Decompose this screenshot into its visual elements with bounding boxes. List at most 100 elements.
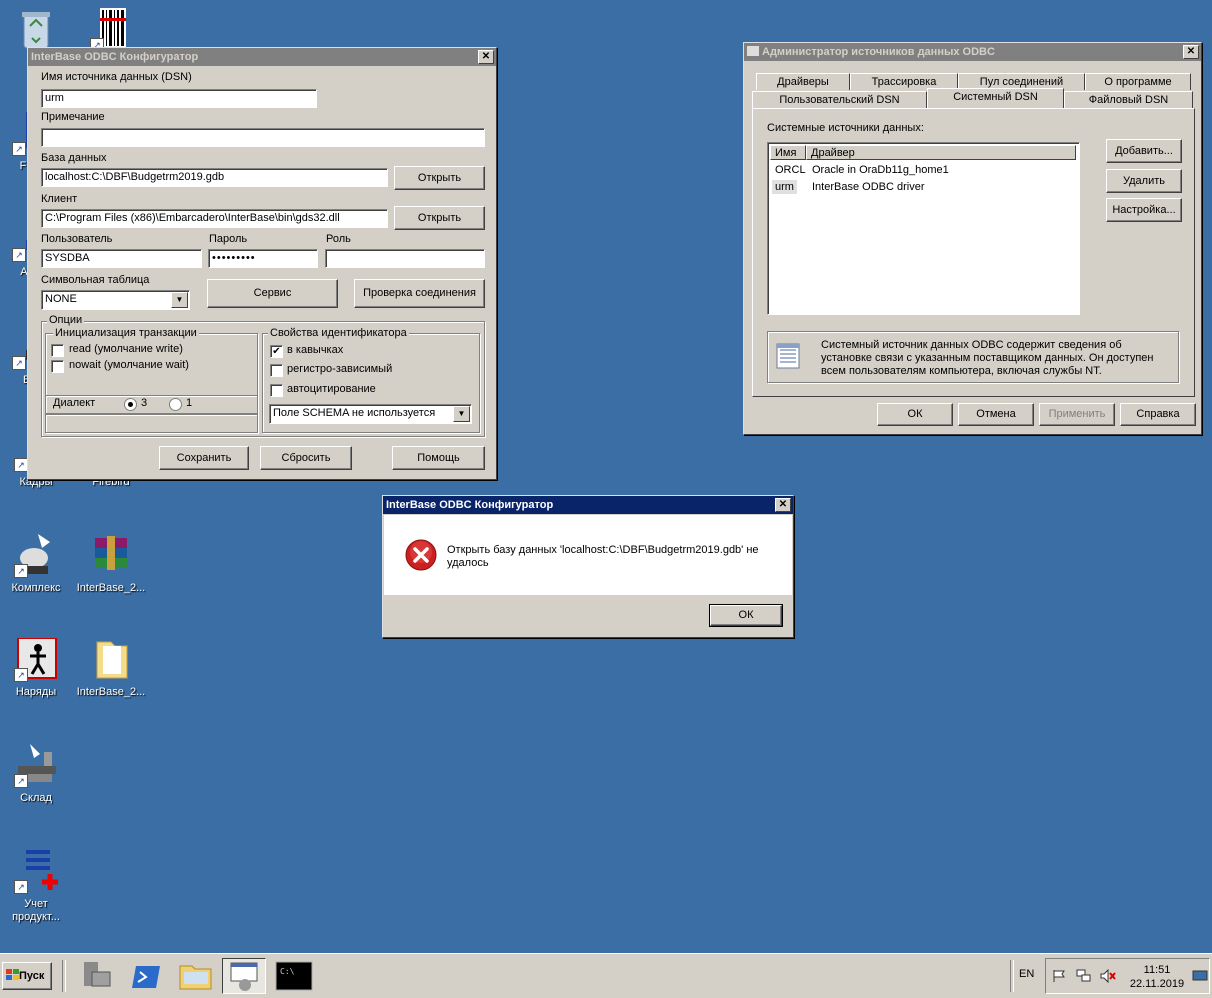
- add-button[interactable]: Добавить...: [1106, 139, 1182, 163]
- product-accounting-icon: ↗: [14, 850, 58, 894]
- apply-button[interactable]: Применить: [1039, 403, 1115, 426]
- desktop-icon-interbase-folder[interactable]: InterBase_2...: [75, 638, 147, 699]
- role-input[interactable]: [325, 249, 485, 268]
- help-button[interactable]: Помощь: [392, 446, 485, 470]
- shortcut-arrow-icon: ↗: [12, 142, 26, 156]
- server-manager-taskbar-button[interactable]: [74, 958, 118, 994]
- password-input[interactable]: •••••••••: [208, 249, 318, 268]
- desktop-icon-orders[interactable]: ↗ Наряды: [0, 637, 72, 699]
- clock[interactable]: 11:51 22.11.2019: [1126, 963, 1188, 991]
- row-driver: InterBase ODBC driver: [812, 181, 925, 193]
- interbase-config-window: InterBase ODBC Конфигуратор ✕ Имя источн…: [27, 47, 497, 480]
- error-message: Открыть базу данных 'localhost:C:\DBF\Bu…: [447, 544, 759, 569]
- close-icon[interactable]: ✕: [775, 498, 791, 512]
- language-indicator[interactable]: EN: [1019, 968, 1034, 980]
- close-icon[interactable]: ✕: [1183, 45, 1199, 59]
- explorer-taskbar-button[interactable]: [174, 958, 218, 994]
- read-checkbox-label: read (умолчание write): [69, 343, 183, 355]
- autoquote-checkbox-label: автоцитирование: [287, 383, 376, 395]
- nowait-checkbox-label: nowait (умолчание wait): [69, 359, 189, 371]
- cmd-taskbar-button[interactable]: C:\: [272, 958, 316, 994]
- identifier-group-label: Свойства идентификатора: [268, 327, 409, 339]
- charset-select[interactable]: NONE ▼: [41, 290, 190, 310]
- test-connection-button[interactable]: Проверка соединения: [354, 279, 485, 308]
- desktop-icon-label: InterBase_2...: [76, 686, 146, 698]
- desktop-icon-label: InterBase_2...: [76, 582, 146, 594]
- tab-drivers[interactable]: Драйверы: [756, 73, 850, 90]
- odbc-admin-taskbar-button[interactable]: [222, 958, 266, 994]
- window-title: Администратор источников данных ODBC: [762, 46, 995, 58]
- user-label: Пользователь: [41, 233, 113, 245]
- tab-user-dsn[interactable]: Пользовательский DSN: [752, 91, 927, 108]
- service-button[interactable]: Сервис: [207, 279, 338, 308]
- schema-select[interactable]: Поле SCHEMA не используется ▼: [269, 404, 472, 424]
- autoquote-checkbox[interactable]: [270, 384, 283, 397]
- shortcut-arrow-icon: ↗: [12, 356, 26, 370]
- network-icon[interactable]: [1076, 969, 1092, 986]
- tab-system-dsn[interactable]: Системный DSN: [927, 88, 1064, 108]
- volume-muted-icon[interactable]: [1100, 968, 1116, 986]
- window-titlebar[interactable]: InterBase ODBC Конфигуратор ✕: [383, 496, 793, 514]
- action-center-flag-icon[interactable]: [1052, 969, 1066, 986]
- tab-file-dsn[interactable]: Файловый DSN: [1064, 91, 1193, 108]
- chevron-down-icon[interactable]: ▼: [453, 406, 470, 422]
- charset-value: NONE: [45, 293, 77, 305]
- powershell-taskbar-button[interactable]: [124, 958, 168, 994]
- case-sensitive-checkbox[interactable]: [270, 364, 283, 377]
- database-label: База данных: [41, 152, 107, 164]
- odbc-app-icon: [747, 46, 759, 56]
- chevron-down-icon[interactable]: ▼: [171, 292, 188, 308]
- open-database-button[interactable]: Открыть: [394, 166, 485, 190]
- dialect-3-radio[interactable]: [124, 398, 137, 411]
- dialect-1-radio[interactable]: [169, 398, 182, 411]
- database-input[interactable]: localhost:C:\DBF\Budgetrm2019.gdb: [41, 168, 388, 187]
- configure-button[interactable]: Настройка...: [1106, 198, 1182, 222]
- client-input[interactable]: C:\Program Files (x86)\Embarcadero\Inter…: [41, 209, 388, 228]
- column-header-driver[interactable]: Драйвер: [806, 145, 1076, 160]
- start-button[interactable]: Пуск: [2, 962, 52, 990]
- cancel-button[interactable]: Отмена: [958, 403, 1034, 426]
- password-label: Пароль: [209, 233, 248, 245]
- console-icon: C:\: [275, 961, 313, 991]
- dialect-label: Диалект: [53, 397, 96, 409]
- tab-about[interactable]: О программе: [1085, 73, 1191, 90]
- desktop-icon-label: Комплекс: [11, 582, 61, 594]
- ok-button[interactable]: ОК: [709, 604, 783, 627]
- save-button[interactable]: Сохранить: [159, 446, 249, 470]
- taskbar: Пуск C:\ EN 11:51 22.11.2019: [0, 953, 1212, 998]
- open-client-button[interactable]: Открыть: [394, 206, 485, 230]
- desktop-icon-interbase-archive[interactable]: InterBase_2...: [75, 534, 147, 595]
- dialect-1-label: 1: [186, 397, 193, 409]
- nowait-checkbox[interactable]: [51, 360, 64, 373]
- window-title: InterBase ODBC Конфигуратор: [31, 51, 199, 63]
- user-input[interactable]: SYSDBA: [41, 249, 202, 268]
- list-item[interactable]: urm InterBase ODBC driver: [772, 180, 1072, 196]
- dsn-input[interactable]: urm: [41, 89, 317, 108]
- read-checkbox[interactable]: [51, 344, 64, 357]
- column-header-name[interactable]: Имя: [770, 145, 806, 160]
- blank-group: [45, 414, 258, 433]
- desktop-icon-warehouse[interactable]: ↗ Склад: [0, 744, 72, 805]
- sources-list[interactable]: Имя Драйвер ORCL Oracle in OraDb11g_home…: [767, 142, 1080, 315]
- quoted-checkbox-label: в кавычках: [287, 344, 344, 356]
- window-titlebar[interactable]: InterBase ODBC Конфигуратор ✕: [28, 48, 496, 66]
- desktop-icon-complex[interactable]: ↗ Комплекс: [0, 534, 72, 595]
- window-titlebar[interactable]: Администратор источников данных ODBC ✕: [744, 43, 1201, 61]
- ok-button[interactable]: ОК: [877, 403, 953, 426]
- desktop-icon-label: Склад: [20, 792, 52, 804]
- show-desktop-icon[interactable]: [1192, 970, 1208, 985]
- dsn-label: Имя источника данных (DSN): [41, 71, 192, 83]
- note-input[interactable]: [41, 128, 485, 147]
- shortcut-arrow-icon: ↗: [14, 880, 28, 894]
- list-item[interactable]: ORCL Oracle in OraDb11g_home1: [772, 163, 1072, 179]
- desktop-icon-product-accounting[interactable]: ↗ Учет продукт...: [0, 850, 72, 924]
- close-icon[interactable]: ✕: [478, 50, 494, 64]
- help-button[interactable]: Справка: [1120, 403, 1196, 426]
- orders-icon: ↗: [14, 637, 58, 682]
- quoted-checkbox[interactable]: ✔: [270, 345, 283, 358]
- remove-button[interactable]: Удалить: [1106, 169, 1182, 193]
- shortcut-arrow-icon: ↗: [14, 564, 28, 578]
- reset-button[interactable]: Сбросить: [260, 446, 352, 470]
- note-label: Примечание: [41, 111, 105, 123]
- schema-value: Поле SCHEMA не используется: [273, 407, 436, 419]
